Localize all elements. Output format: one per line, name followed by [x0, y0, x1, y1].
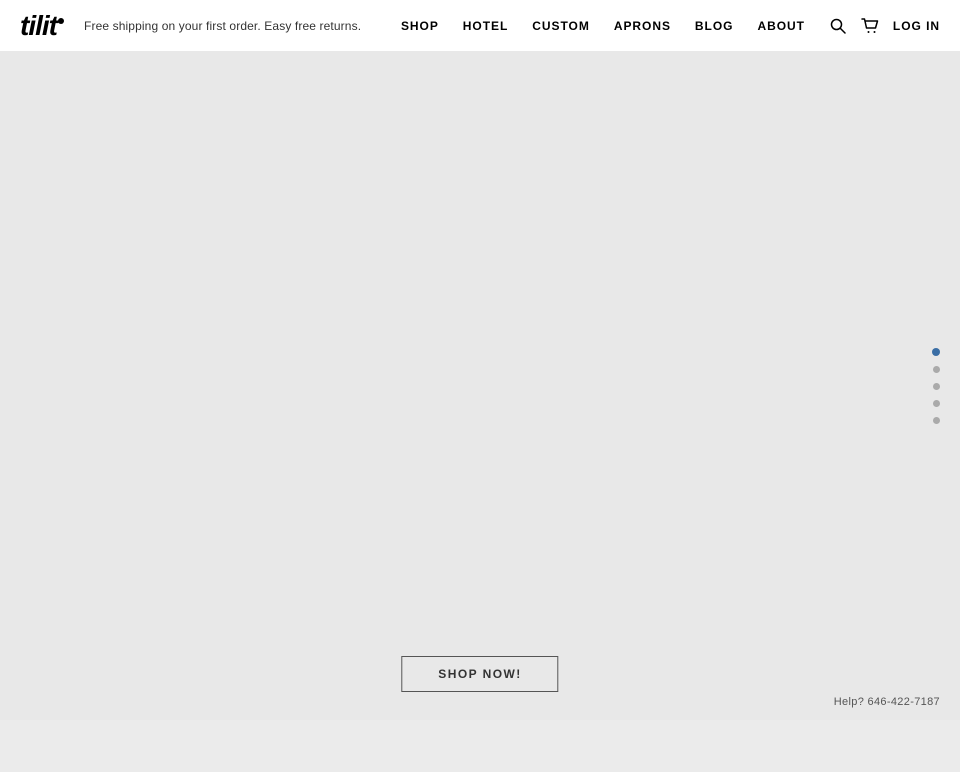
header-left: tilit Free shipping on your first order.…	[20, 12, 361, 40]
slide-dot-4[interactable]	[933, 400, 940, 407]
slide-dot-5[interactable]	[933, 417, 940, 424]
nav-item-custom[interactable]: CUSTOM	[532, 19, 590, 33]
logo[interactable]: tilit	[20, 12, 64, 40]
nav-item-hotel[interactable]: HOTEL	[463, 19, 508, 33]
nav-item-blog[interactable]: BLOG	[695, 19, 734, 33]
slide-dot-1[interactable]	[932, 348, 940, 356]
shop-now-button[interactable]: SHOP NOW!	[401, 656, 558, 692]
slide-dots	[932, 348, 940, 424]
shop-now-container: SHOP NOW!	[401, 656, 558, 692]
nav-item-shop[interactable]: SHOP	[401, 19, 439, 33]
slide-dot-2[interactable]	[933, 366, 940, 373]
nav-item-about[interactable]: ABOUT	[757, 19, 804, 33]
search-icon[interactable]	[829, 17, 847, 35]
header: tilit Free shipping on your first order.…	[0, 0, 960, 52]
main-content: SHOP NOW! Help? 646-422-7187	[0, 52, 960, 720]
nav-item-aprons[interactable]: APRONS	[614, 19, 671, 33]
nav-icons: LOG IN	[829, 17, 940, 35]
tagline: Free shipping on your first order. Easy …	[84, 19, 361, 33]
cart-icon[interactable]	[861, 17, 879, 35]
slide-dot-3[interactable]	[933, 383, 940, 390]
help-text: Help? 646-422-7187	[834, 696, 940, 708]
nav-item-login[interactable]: LOG IN	[893, 19, 940, 33]
main-nav: SHOP HOTEL CUSTOM APRONS BLOG ABOUT	[401, 17, 940, 35]
logo-dot	[58, 18, 64, 24]
logo-text: tilit	[20, 10, 57, 41]
